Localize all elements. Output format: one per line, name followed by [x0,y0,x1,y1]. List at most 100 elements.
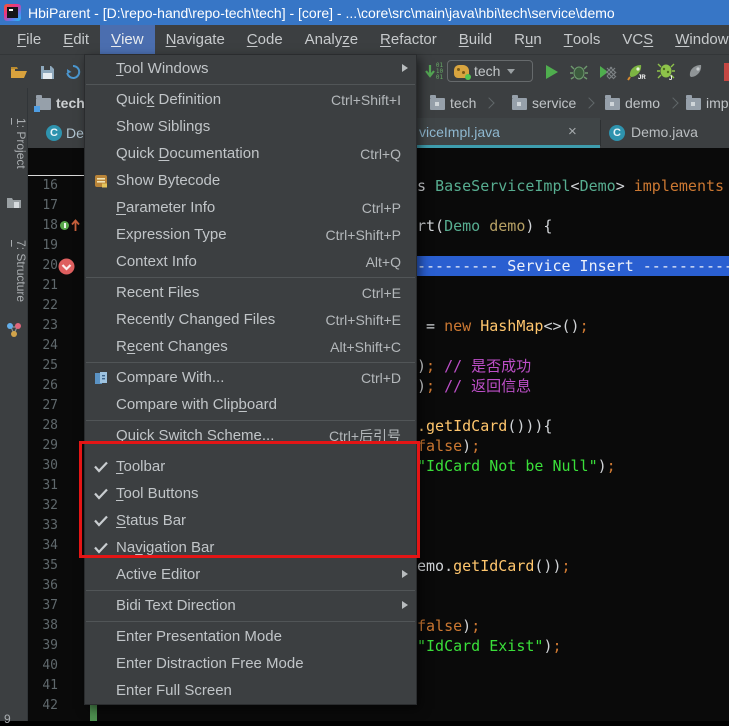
tab-close-icon[interactable]: × [568,123,577,140]
breadcrumb-item-tech[interactable]: tech [430,88,497,118]
menu-item-label: Active Editor [116,566,200,583]
line-number: 40 [28,656,58,676]
menu-item-context-info[interactable]: Context InfoAlt+Q [85,248,416,275]
menu-shortcut: Ctrl+Shift+I [331,92,416,108]
line-number: 23 [28,316,58,336]
menubar-item-navigate[interactable]: Navigate [155,25,236,54]
line-number: 36 [28,576,58,596]
line-number: 32 [28,496,58,516]
menu-item-parameter-info[interactable]: Parameter InfoCtrl+P [85,194,416,221]
menu-item-recent-changes[interactable]: Recent ChangesAlt+Shift+C [85,333,416,360]
left-tab[interactable]: C [46,125,62,141]
code-token: "IdCard Exist" [417,637,543,655]
menubar-item-window[interactable]: Window [664,25,729,54]
breadcrumb-item-service[interactable]: service [512,88,597,118]
diff-icon [85,371,116,385]
overridden-marker-icon[interactable] [58,258,75,275]
code-token: ; [426,377,435,395]
breadcrumb-item-imp[interactable]: imp [686,88,729,118]
menu-item-compare-with-clipboard[interactable]: Compare with Clipboard [85,391,416,418]
line-number: 22 [28,296,58,316]
open-project-icon[interactable] [8,62,30,82]
code-token: ; [471,437,480,455]
update-project-icon[interactable]: 011001 [421,62,447,82]
code-token: ; [562,557,571,575]
chevron-right-icon [584,97,595,108]
menubar-item-refactor[interactable]: Refactor [369,25,448,54]
menu-item-quick-documentation[interactable]: Quick DocumentationCtrl+Q [85,140,416,167]
menu-item-bidi-text-direction[interactable]: Bidi Text Direction [85,592,416,619]
code-token: ) [462,617,471,635]
code-line: ); // 是否成功 [417,356,531,376]
menubar-item-view[interactable]: View [100,25,155,54]
code-token: ; [426,357,435,375]
menubar-item-file[interactable]: File [6,25,52,54]
code-token: demo [480,217,525,235]
jrebel-debug-icon[interactable]: J [656,62,678,82]
menu-item-recently-changed-files[interactable]: Recently Changed Files Ctrl+Shift+E [85,306,416,333]
folder-icon [686,98,701,110]
bytecode-icon [85,174,116,188]
project-tool-icon[interactable] [6,196,22,212]
menu-item-active-editor[interactable]: Active Editor [85,561,416,588]
sidebar-item-project[interactable]: 1: Project [0,118,28,169]
menu-shortcut: Ctrl+E [362,285,416,301]
code-token [471,317,480,335]
left-tab-label[interactable]: De [66,125,84,141]
synchronize-icon[interactable] [62,62,84,82]
menubar-item-edit[interactable]: Edit [52,25,100,54]
menu-item-tool-windows[interactable]: Tool Windows [85,55,416,82]
menu-item-recent-files[interactable]: Recent FilesCtrl+E [85,279,416,306]
menu-item-label: Compare With... [116,369,224,386]
run-icon[interactable] [540,62,562,82]
code-token: = [417,317,444,335]
window-title: HbiParent - [D:\repo-hand\repo-tech\tech… [28,5,615,21]
tab-selected-label[interactable]: viceImpl.java [419,124,500,140]
code-line: "IdCard Exist"); [417,636,562,656]
code-line: s BaseServiceImpl<Demo> implements [417,176,724,196]
code-token: ) [598,457,607,475]
menubar-item-tools[interactable]: Tools [553,25,612,54]
menu-item-compare-with[interactable]: Compare With...Ctrl+D [85,364,416,391]
menubar-item-code[interactable]: Code [236,25,294,54]
menubar-item-run[interactable]: Run [503,25,553,54]
breadcrumb-label: tech [56,95,85,111]
breadcrumb-label: service [532,95,576,111]
menu-item-show-siblings[interactable]: Show Siblings [85,113,416,140]
jrebel-run-icon[interactable]: JR [626,62,648,82]
tab-demo-java[interactable]: Demo.java [631,124,698,140]
line-number: 20 [28,256,58,276]
save-all-icon[interactable] [36,62,58,82]
menu-item-show-bytecode[interactable]: Show Bytecode [85,167,416,194]
menu-shortcut: Ctrl+Shift+E [326,312,416,328]
sidebar-item-structure[interactable]: 7: Structure [0,240,28,302]
menu-item-enter-distraction-free-mode[interactable]: Enter Distraction Free Mode [85,650,416,677]
menubar-item-build[interactable]: Build [448,25,503,54]
code-line: .getIdCard())){ [417,416,552,436]
menubar-item-analyze[interactable]: Analyze [294,25,369,54]
code-token: false [417,617,462,635]
code-line: = new HashMap<>(); [417,316,589,336]
code-line: "IdCard Not be Null"); [417,456,616,476]
menu-item-enter-presentation-mode[interactable]: Enter Presentation Mode [85,623,416,650]
menu-item-label: Parameter Info [116,199,215,216]
breadcrumb-label: demo [625,95,660,111]
breadcrumb-item-demo[interactable]: demo [605,88,681,118]
menubar-item-vcs[interactable]: VCS [611,25,664,54]
run-configuration-select[interactable]: tech [447,60,533,82]
menu-item-expression-type[interactable]: Expression TypeCtrl+Shift+P [85,221,416,248]
menu-item-quick-definition[interactable]: Quick Definition Ctrl+Shift+I [85,86,416,113]
menu-item-label: Quick Definition [116,91,221,108]
run-with-coverage-icon[interactable] [597,62,619,82]
menu-item-enter-full-screen[interactable]: Enter Full Screen [85,677,416,704]
code-token: <>() [543,317,579,335]
menu-bar: FileEditViewNavigateCodeAnalyzeRefactorB… [0,25,729,55]
structure-tool-icon[interactable] [6,322,22,338]
chevron-right-icon [667,97,678,108]
implements-up-arrow-icon[interactable] [60,219,80,232]
menu-item-label: Recently Changed Files [116,311,275,328]
debug-icon[interactable] [568,62,590,82]
menu-separator [86,277,415,278]
red-highlight-box [79,441,420,558]
menu-separator [86,590,415,591]
